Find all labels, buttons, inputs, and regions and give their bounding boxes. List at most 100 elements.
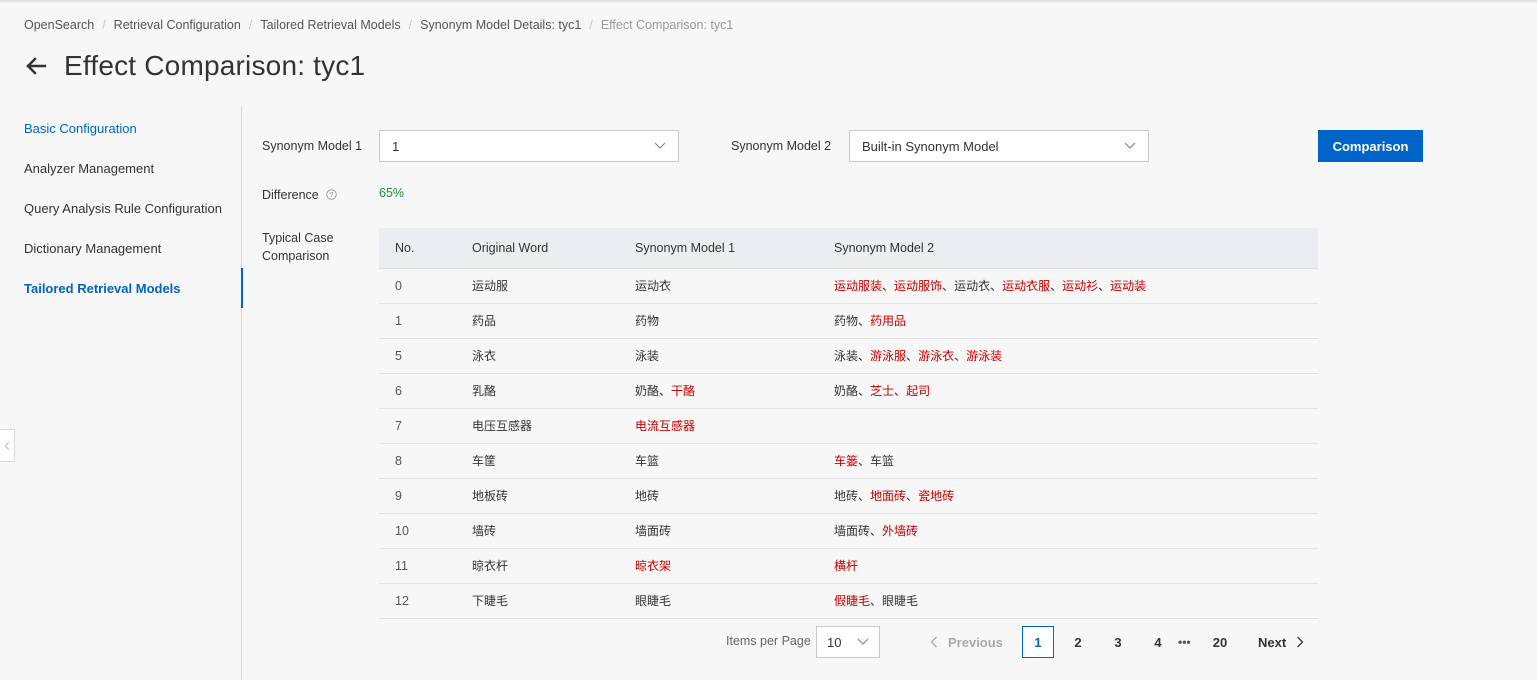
synonym-model-2-value: Built-in Synonym Model bbox=[862, 138, 999, 154]
table-row: 9 地板砖 地砖 地砖、地面砖、瓷地砖 bbox=[379, 478, 1318, 514]
difference-label: Difference bbox=[262, 188, 319, 202]
synonym-word: 药物 bbox=[635, 314, 660, 328]
cell-original-word: 下睫毛 bbox=[456, 583, 619, 619]
cell-synonym-model-2: 运动服装、运动服饰、运动衣、运动衣服、运动衫、运动装 bbox=[818, 268, 1318, 304]
help-icon[interactable]: ? bbox=[326, 189, 337, 200]
table-row: 7 电压互感器 电流互感器 bbox=[379, 408, 1318, 444]
synonym-word-different: 运动服饰 bbox=[894, 279, 943, 293]
word-separator: 、 bbox=[858, 384, 871, 398]
breadcrumb-current: Effect Comparison: tyc1 bbox=[600, 18, 734, 32]
synonym-word-different: 地面砖 bbox=[870, 489, 907, 503]
page-header: Effect Comparison: tyc1 bbox=[24, 50, 365, 82]
difference-value: 65% bbox=[379, 186, 405, 200]
synonym-word-different: 晾衣架 bbox=[635, 559, 672, 573]
breadcrumb-synonym-model-details[interactable]: Synonym Model Details: tyc1 bbox=[420, 18, 581, 32]
synonym-word-different: 游泳衣 bbox=[918, 349, 955, 363]
page-button-3[interactable]: 3 bbox=[1102, 626, 1134, 658]
typical-case-label: Typical Case Comparison bbox=[262, 229, 334, 265]
previous-page-button[interactable]: Previous bbox=[930, 626, 1003, 658]
breadcrumb: OpenSearch / Retrieval Configuration / T… bbox=[24, 18, 733, 32]
previous-label: Previous bbox=[948, 634, 1003, 650]
synonym-word: 地砖 bbox=[834, 489, 859, 503]
synonym-word: 眼睫毛 bbox=[882, 594, 919, 608]
synonym-word: 墙面砖 bbox=[635, 524, 672, 538]
synonym-model-1-value: 1 bbox=[392, 138, 400, 154]
synonym-model-2-select[interactable]: Built-in Synonym Model bbox=[849, 130, 1149, 162]
cell-synonym-model-1: 眼睫毛 bbox=[619, 583, 818, 619]
synonym-word-different: 运动衫 bbox=[1062, 279, 1099, 293]
sidebar-item-tailored-retrieval-models[interactable]: Tailored Retrieval Models bbox=[0, 268, 243, 308]
next-page-button[interactable]: Next bbox=[1258, 626, 1304, 658]
synonym-word-different: 干酪 bbox=[671, 384, 696, 398]
table-row: 10 墙砖 墙面砖 墙面砖、外墙砖 bbox=[379, 513, 1318, 549]
column-header-synonym-model-1: Synonym Model 1 bbox=[619, 228, 818, 269]
synonym-word: 车篮 bbox=[635, 454, 660, 468]
table-row: 0 运动服 运动衣 运动服装、运动服饰、运动衣、运动衣服、运动衫、运动装 bbox=[379, 268, 1318, 304]
word-separator: 、 bbox=[942, 279, 955, 293]
cell-no: 11 bbox=[379, 548, 456, 584]
cell-synonym-model-2: 车篓、车篮 bbox=[818, 443, 1318, 479]
cell-synonym-model-2: 墙面砖、外墙砖 bbox=[818, 513, 1318, 549]
synonym-model-1-label: Synonym Model 1 bbox=[262, 139, 363, 153]
word-separator: 、 bbox=[858, 314, 871, 328]
synonym-word: 墙面砖 bbox=[834, 524, 871, 538]
sidebar-item-query-analysis-rule-configuration[interactable]: Query Analysis Rule Configuration bbox=[0, 188, 242, 228]
pagination: Items per Page 10 Previous 1 2 3 4 ••• 2… bbox=[0, 626, 1537, 658]
synonym-word-different: 外墙砖 bbox=[882, 524, 919, 538]
sidebar-item-basic-configuration[interactable]: Basic Configuration bbox=[0, 108, 242, 148]
chevron-left-icon bbox=[4, 441, 9, 450]
items-per-page-value: 10 bbox=[827, 634, 842, 650]
cell-synonym-model-1: 墙面砖 bbox=[619, 513, 818, 549]
cell-synonym-model-2: 横杆 bbox=[818, 548, 1318, 584]
synonym-word-different: 电流互感器 bbox=[635, 419, 696, 433]
sidebar-collapse-button[interactable] bbox=[0, 429, 15, 462]
items-per-page-select[interactable]: 10 bbox=[816, 626, 880, 658]
synonym-model-1-select[interactable]: 1 bbox=[379, 130, 679, 162]
arrow-left-icon[interactable] bbox=[24, 54, 48, 78]
cell-synonym-model-2 bbox=[818, 408, 1318, 444]
typical-case-label-line2: Comparison bbox=[262, 249, 330, 263]
chevron-down-icon bbox=[1124, 142, 1136, 149]
synonym-word-different: 起司 bbox=[906, 384, 931, 398]
breadcrumb-opensearch[interactable]: OpenSearch bbox=[24, 18, 94, 32]
word-separator: 、 bbox=[870, 524, 883, 538]
synonym-word-different: 运动服装 bbox=[834, 279, 883, 293]
word-separator: 、 bbox=[906, 489, 919, 503]
sidebar-item-dictionary-management[interactable]: Dictionary Management bbox=[0, 228, 242, 268]
cell-synonym-model-1: 药物 bbox=[619, 303, 818, 339]
cell-original-word: 晾衣杆 bbox=[456, 548, 619, 584]
word-separator: 、 bbox=[870, 594, 883, 608]
breadcrumb-retrieval-configuration[interactable]: Retrieval Configuration bbox=[114, 18, 241, 32]
cell-synonym-model-2: 泳装、游泳服、游泳衣、游泳装 bbox=[818, 338, 1318, 374]
chevron-right-icon bbox=[1297, 636, 1304, 648]
cell-synonym-model-1: 泳装 bbox=[619, 338, 818, 374]
sidebar: Basic Configuration Analyzer Management … bbox=[0, 106, 243, 680]
sidebar-item-analyzer-management[interactable]: Analyzer Management bbox=[0, 148, 242, 188]
synonym-word: 眼睫毛 bbox=[635, 594, 672, 608]
cell-synonym-model-2: 地砖、地面砖、瓷地砖 bbox=[818, 478, 1318, 514]
cell-synonym-model-1: 运动衣 bbox=[619, 268, 818, 304]
page-button-1[interactable]: 1 bbox=[1022, 626, 1054, 658]
page-button-20[interactable]: 20 bbox=[1204, 626, 1236, 658]
table-row: 12 下睫毛 眼睫毛 假睫毛、眼睫毛 bbox=[379, 583, 1318, 619]
synonym-word: 地砖 bbox=[635, 489, 660, 503]
cell-no: 10 bbox=[379, 513, 456, 549]
cell-no: 5 bbox=[379, 338, 456, 374]
cell-synonym-model-1: 奶酪、干酪 bbox=[619, 373, 818, 409]
breadcrumb-tailored-retrieval-models[interactable]: Tailored Retrieval Models bbox=[260, 18, 400, 32]
synonym-word-different: 运动衣服 bbox=[1002, 279, 1051, 293]
synonym-word: 药物 bbox=[834, 314, 859, 328]
synonym-word-different: 运动装 bbox=[1110, 279, 1147, 293]
page-button-4[interactable]: 4 bbox=[1142, 626, 1174, 658]
comparison-button[interactable]: Comparison bbox=[1318, 130, 1423, 162]
typical-case-label-line1: Typical Case bbox=[262, 231, 334, 245]
cell-original-word: 车筐 bbox=[456, 443, 619, 479]
chevron-left-icon bbox=[930, 636, 937, 648]
synonym-word: 运动衣 bbox=[954, 279, 991, 293]
word-separator: 、 bbox=[954, 349, 967, 363]
page-button-2[interactable]: 2 bbox=[1062, 626, 1094, 658]
table-row: 8 车筐 车篮 车篓、车篮 bbox=[379, 443, 1318, 479]
pagination-ellipsis: ••• bbox=[1178, 635, 1191, 649]
synonym-word-different: 瓷地砖 bbox=[918, 489, 955, 503]
cell-no: 0 bbox=[379, 268, 456, 304]
